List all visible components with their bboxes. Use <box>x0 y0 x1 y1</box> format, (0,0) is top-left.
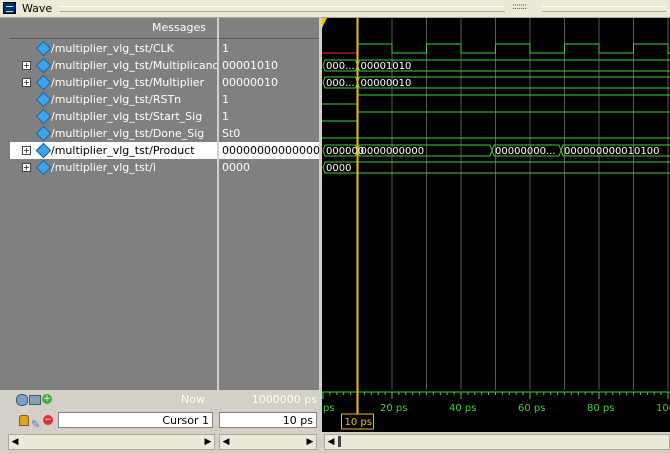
signal-value: 0000000000000000 <box>222 144 334 157</box>
scroll-left-arrow[interactable]: ◀ <box>220 435 232 449</box>
signal-row[interactable]: /multiplier_vlg_tst/Done_Sig <box>10 125 218 142</box>
cursor-row: ✎ − Cursor 1 <box>0 411 217 431</box>
cursor-value-field[interactable]: 10 ps <box>219 412 317 428</box>
signal-row[interactable]: /multiplier_vlg_tst/CLK <box>10 40 218 57</box>
signal-diamond-icon <box>35 142 52 159</box>
left-gutter <box>0 18 10 445</box>
clock-icon[interactable] <box>16 394 28 406</box>
bus-value-label: 00000010 <box>361 78 412 89</box>
zoom-icon[interactable] <box>29 395 41 405</box>
signal-value: St0 <box>222 127 241 140</box>
ruler-tick-label: 40 ps <box>449 403 476 414</box>
bus-value-label: 0000 <box>326 163 351 174</box>
now-row: + Now <box>0 390 217 410</box>
time-ruler[interactable]: ps 20 ps 40 ps 60 ps 80 ps 100 10 ps <box>322 390 670 432</box>
expand-plus-icon[interactable]: + <box>22 163 31 172</box>
signal-value: 00000010 <box>222 76 278 89</box>
names-hscrollbar[interactable]: ◀ ▶ <box>8 434 215 450</box>
signal-value: 0000 <box>222 161 250 174</box>
scroll-right-arrow[interactable]: ▶ <box>202 435 214 449</box>
signal-value-row[interactable]: 0000 <box>219 159 320 176</box>
waveform-pane[interactable]: 000... 00001010 000... 00000010 000000 000000… <box>322 18 670 390</box>
cursor-marker-top <box>322 18 327 28</box>
ruler-tick-label: ps <box>323 403 335 414</box>
titlebar-grip-right[interactable] <box>542 6 666 12</box>
signal-diamond-icon <box>35 108 52 125</box>
window-title: Wave <box>22 2 53 15</box>
values-header <box>219 18 320 39</box>
signal-diamond-icon <box>35 74 52 91</box>
bus-value-label: 00001010 <box>361 61 412 72</box>
signal-value-row[interactable]: 1 <box>219 108 320 125</box>
wave-window-icon <box>3 2 16 14</box>
delete-icon[interactable]: − <box>43 415 53 425</box>
signal-value: 1 <box>222 93 229 106</box>
bus-value-label: 0000000000 <box>361 146 425 157</box>
bus-segment <box>322 161 670 174</box>
signal-name: /multiplier_vlg_tst/RSTn <box>51 93 182 106</box>
ruler-tick-label: 100 <box>656 403 670 414</box>
wave-window-titlebar: Wave ::::::: <box>0 0 670 18</box>
expand-plus-icon[interactable]: + <box>22 78 31 87</box>
signal-diamond-icon <box>35 159 52 176</box>
expand-plus-icon[interactable]: + <box>22 146 31 155</box>
ruler-tick-label: 80 ps <box>587 403 614 414</box>
signal-row[interactable]: + /multiplier_vlg_tst/Multiplier <box>10 74 218 91</box>
signal-value: 1 <box>222 42 229 55</box>
lock-icon[interactable] <box>19 415 29 426</box>
signal-row[interactable]: + /multiplier_vlg_tst/Product <box>10 142 218 159</box>
cursor-name-field[interactable]: Cursor 1 <box>58 412 213 428</box>
signal-name: /multiplier_vlg_tst/Product <box>51 144 195 157</box>
titlebar-dock-handle[interactable]: ::::::: <box>512 2 527 12</box>
wave-hscrollbar[interactable]: ◀ <box>324 434 670 450</box>
signal-diamond-icon <box>35 40 52 57</box>
bus-value-label: 000... <box>326 78 355 89</box>
pencil-icon[interactable]: ✎ <box>31 415 40 435</box>
scroll-left-arrow[interactable]: ◀ <box>325 435 337 449</box>
signal-value-row[interactable]: St0 <box>219 125 320 142</box>
signal-name: /multiplier_vlg_tst/Start_Sig <box>51 110 203 123</box>
scroll-right-arrow[interactable]: ▶ <box>304 435 316 449</box>
signal-value: 00001010 <box>222 59 278 72</box>
scroll-thumb[interactable] <box>338 436 341 447</box>
values-hscrollbar[interactable]: ◀ ▶ <box>219 434 317 450</box>
signal-value-row[interactable]: 0000000000000000 <box>219 142 334 159</box>
signal-names-pane: Messages /multiplier_vlg_tst/CLK + /multip… <box>10 18 220 390</box>
signal-value-row[interactable]: 00000010 <box>219 74 320 91</box>
scroll-left-arrow[interactable]: ◀ <box>9 435 21 449</box>
signal-name: /multiplier_vlg_tst/Multiplicand <box>51 59 220 72</box>
bus-value-label: 000000000010100 <box>564 146 659 157</box>
titlebar-grip-left[interactable] <box>60 6 505 12</box>
waveform-canvas[interactable]: 000... 00001010000... 00000010000000000000… <box>322 18 670 390</box>
add-icon[interactable]: + <box>42 394 52 404</box>
cursor-flag-label: 10 ps <box>345 417 372 428</box>
signal-name: /multiplier_vlg_tst/i <box>51 161 156 174</box>
signal-row[interactable]: /multiplier_vlg_tst/Start_Sig <box>10 108 218 125</box>
signal-row[interactable]: + /multiplier_vlg_tst/i <box>10 159 218 176</box>
signal-value-row[interactable]: 1 <box>219 40 320 57</box>
signal-value-row[interactable]: 1 <box>219 91 320 108</box>
now-label: Now <box>181 393 205 406</box>
signal-name: /multiplier_vlg_tst/CLK <box>51 42 174 55</box>
time-ruler-canvas[interactable]: ps 20 ps 40 ps 60 ps 80 ps 100 10 ps <box>322 390 670 432</box>
ruler-tick-label: 20 ps <box>380 403 407 414</box>
ruler-tick-label: 60 ps <box>518 403 545 414</box>
signal-values-pane: 1 00001010 00000010 1 1 St0 0000000000000000 00… <box>219 18 334 390</box>
signal-diamond-icon <box>35 91 52 108</box>
messages-header: Messages <box>10 18 218 39</box>
signal-diamond-icon <box>35 125 52 142</box>
signal-row[interactable]: + /multiplier_vlg_tst/Multiplicand <box>10 57 220 74</box>
signal-value: 1 <box>222 110 229 123</box>
expand-plus-icon[interactable]: + <box>22 61 31 70</box>
clk-wave <box>357 43 670 54</box>
signal-name: /multiplier_vlg_tst/Done_Sig <box>51 127 205 140</box>
now-value: 1000000 ps <box>251 393 317 406</box>
signal-diamond-icon <box>35 57 52 74</box>
signal-value-row[interactable]: 00001010 <box>219 57 320 74</box>
signal-row[interactable]: /multiplier_vlg_tst/RSTn <box>10 91 218 108</box>
signal-name: /multiplier_vlg_tst/Multiplier <box>51 76 205 89</box>
bus-value-label: 000... <box>326 61 355 72</box>
bus-value-label: 00000000... <box>495 146 555 157</box>
